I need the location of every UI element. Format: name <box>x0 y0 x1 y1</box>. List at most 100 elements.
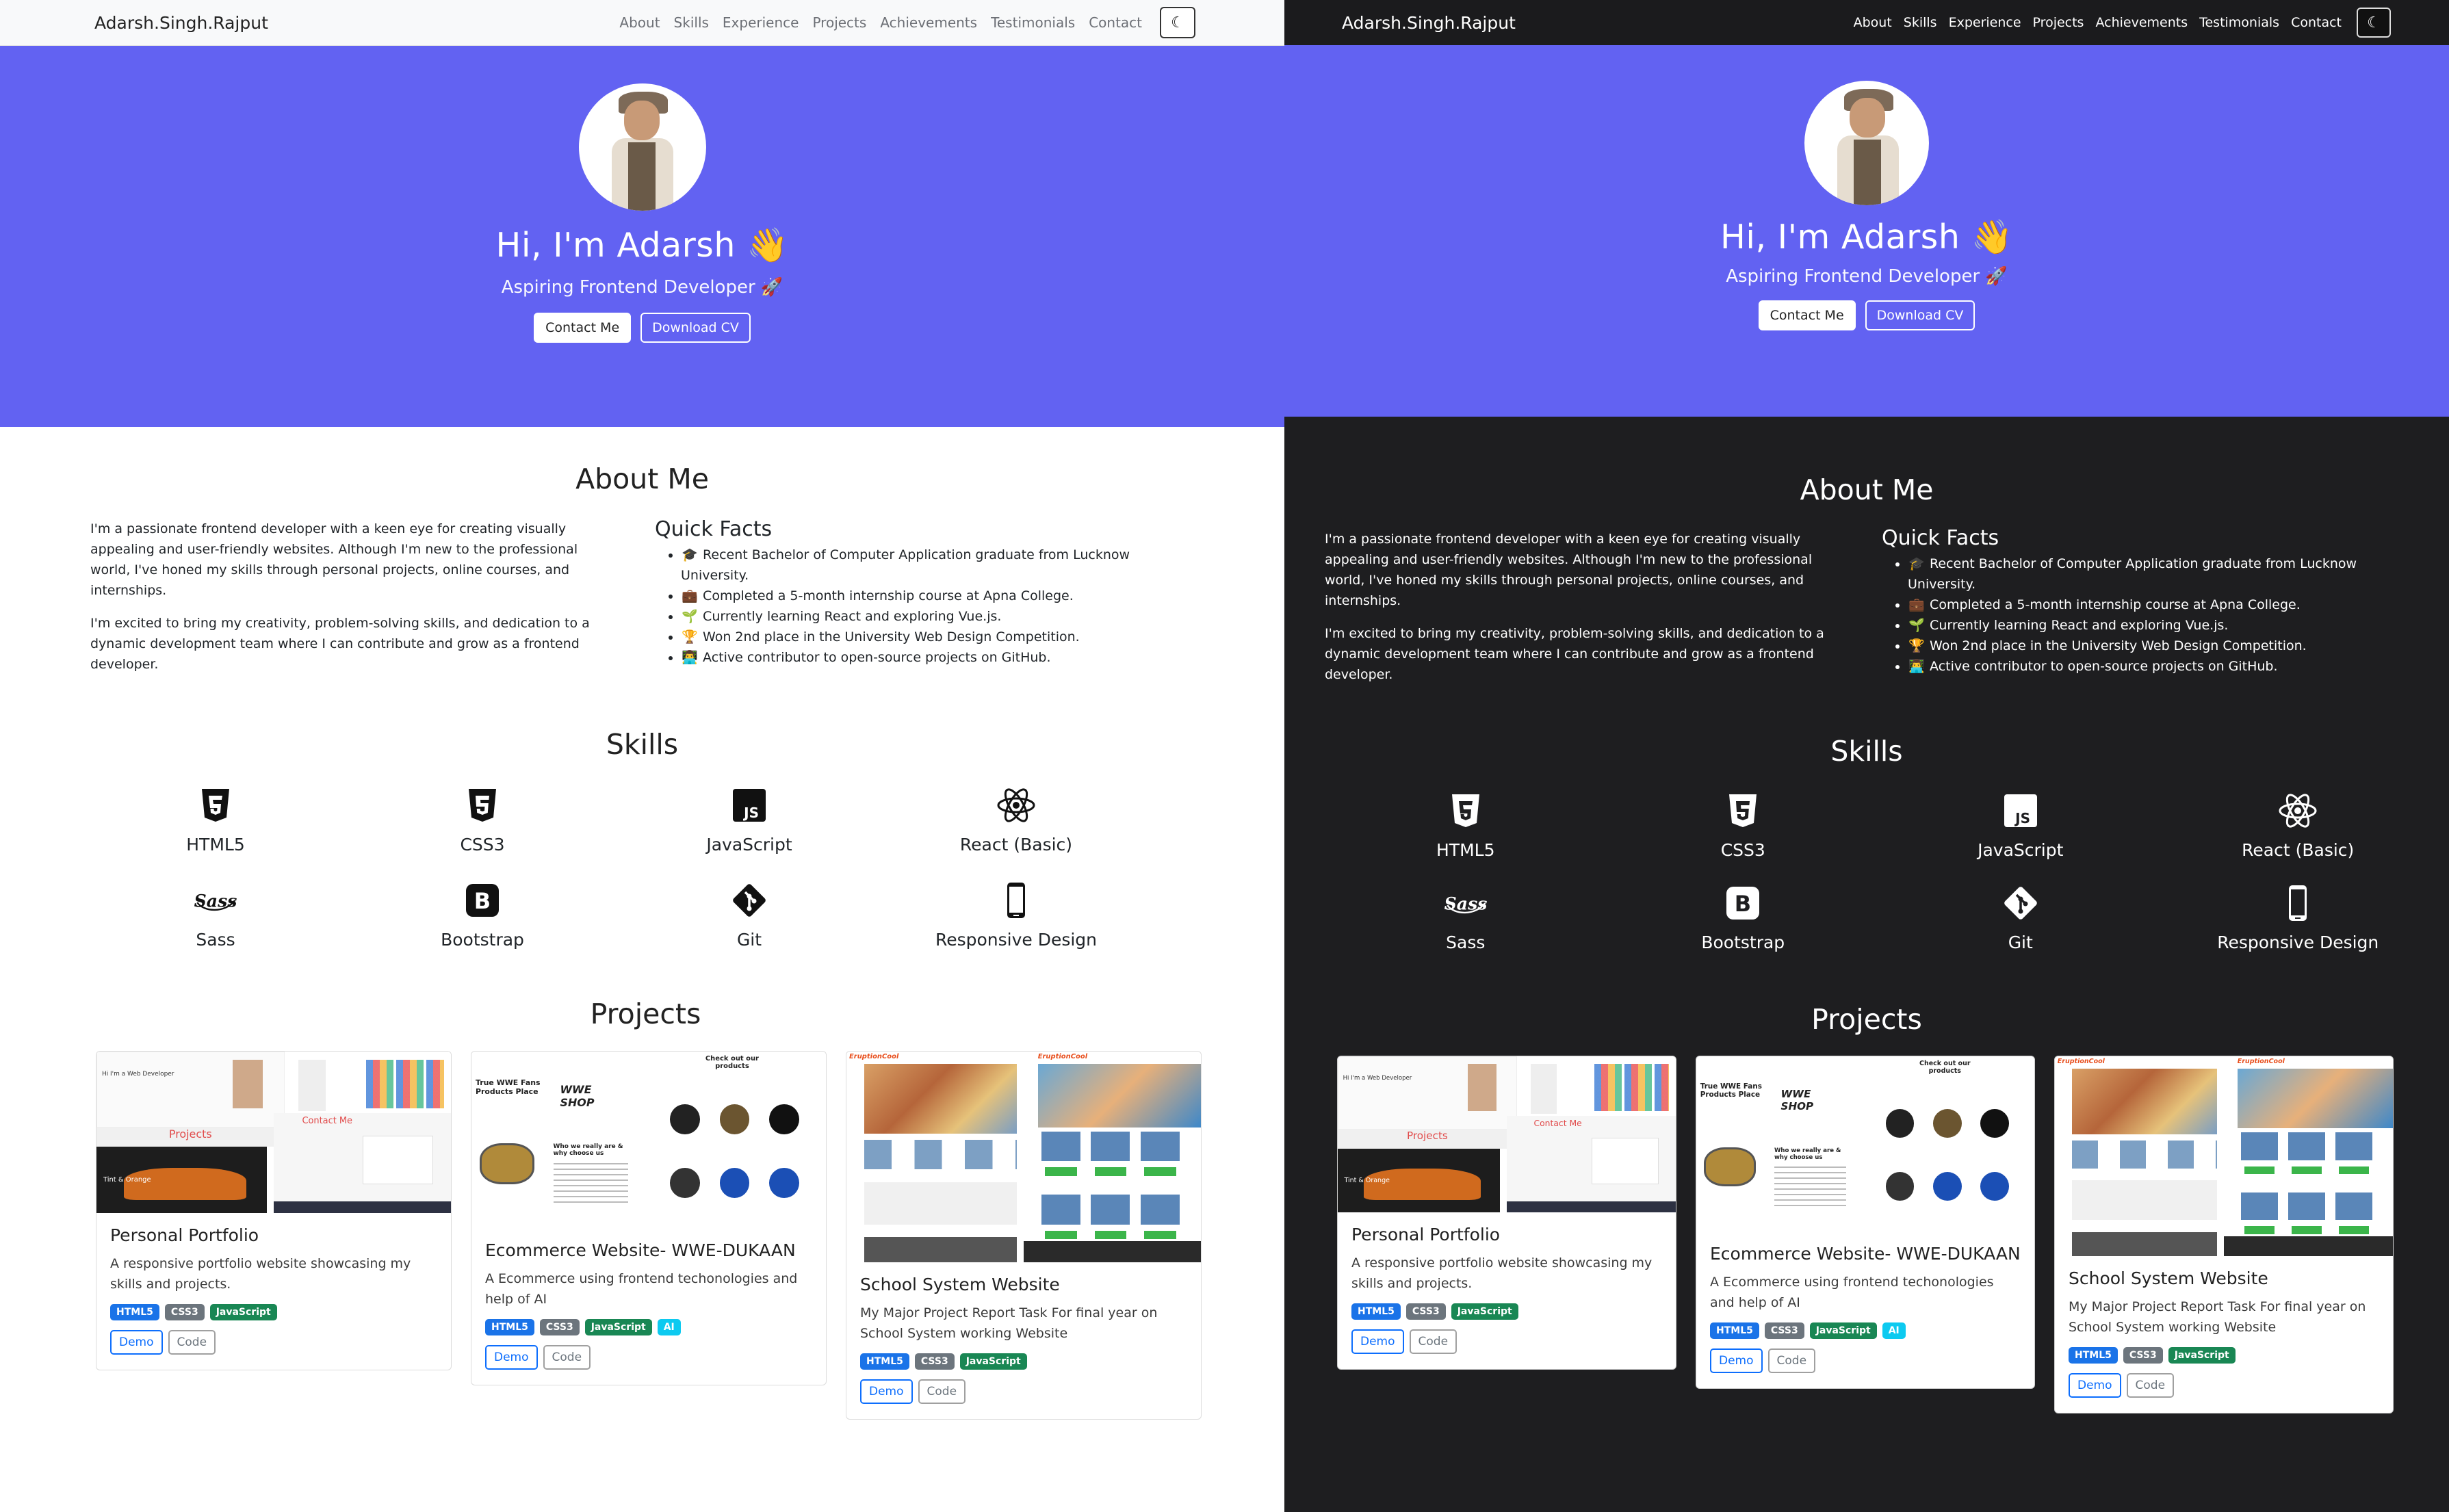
nav-skills[interactable]: Skills <box>1904 15 1937 30</box>
project-card: True WWE Fans Products Place WWE SHOP Who … <box>471 1051 827 1385</box>
tech-badge: HTML5 <box>2069 1347 2118 1364</box>
tech-badge: JavaScript <box>584 1319 652 1335</box>
tech-badge: HTML5 <box>110 1304 159 1320</box>
fact-item: 🏆 Won 2nd place in the University Web De… <box>681 627 1175 647</box>
javascript-icon: JS <box>727 783 772 828</box>
skill-item: JS JavaScript <box>1882 788 2160 860</box>
trophy-icon: 🏆 <box>1908 638 1925 653</box>
nav-experience[interactable]: Experience <box>723 14 799 31</box>
css3-icon <box>1720 788 1765 833</box>
skill-label: JavaScript <box>1978 840 2064 860</box>
demo-button[interactable]: Demo <box>1710 1348 1763 1373</box>
fact-item: 👨‍💻 Active contributor to open-source pr… <box>681 647 1175 668</box>
code-button[interactable]: Code <box>1409 1329 1457 1354</box>
navbar: Adarsh.Singh.Rajput About Skills Experie… <box>1284 0 2449 45</box>
project-description: A responsive portfolio website showcasin… <box>1351 1255 1653 1291</box>
skills-title: Skills <box>606 728 679 761</box>
contact-me-button[interactable]: Contact Me <box>1758 300 1856 330</box>
brand-logo[interactable]: Adarsh.Singh.Rajput <box>1342 13 1516 33</box>
code-button[interactable]: Code <box>168 1330 216 1355</box>
svg-text:Sass: Sass <box>194 890 237 911</box>
nav-testimonials[interactable]: Testimonials <box>991 14 1075 31</box>
fact-item: 💼 Completed a 5-month internship course … <box>1908 595 2402 615</box>
nav-testimonials[interactable]: Testimonials <box>2199 15 2279 30</box>
fact-item: 🎓 Recent Bachelor of Computer Applicatio… <box>681 545 1175 586</box>
tech-badge: HTML5 <box>485 1319 534 1335</box>
tech-badge: HTML5 <box>1710 1322 1759 1339</box>
demo-button[interactable]: Demo <box>485 1345 538 1370</box>
skill-label: CSS3 <box>1720 840 1765 860</box>
tech-badge: JavaScript <box>209 1304 277 1320</box>
skill-label: Responsive Design <box>935 930 1098 950</box>
demo-button[interactable]: Demo <box>2069 1373 2121 1398</box>
quick-facts: Quick Facts 🎓 Recent Bachelor of Compute… <box>655 516 1175 668</box>
nav-contact[interactable]: Contact <box>1089 14 1142 31</box>
quick-facts-title: Quick Facts <box>655 517 773 541</box>
tech-badge: JavaScript <box>959 1353 1027 1370</box>
bootstrap-icon: B <box>460 878 505 923</box>
nav-links: About Skills Experience Projects Achieve… <box>1854 15 2342 30</box>
theme-toggle-button[interactable]: ☾ <box>1160 7 1195 38</box>
nav-achievements[interactable]: Achievements <box>2095 15 2188 30</box>
fact-item: 👨‍💻 Active contributor to open-source pr… <box>1908 656 2402 677</box>
fact-item: 🌱 Currently learning React and exploring… <box>681 606 1175 627</box>
project-thumbnail: EruptionCool EruptionCool <box>2055 1056 2393 1256</box>
git-icon <box>727 878 772 923</box>
nav-about[interactable]: About <box>619 14 660 31</box>
skill-label: Bootstrap <box>1701 933 1785 952</box>
graduation-cap-icon: 🎓 <box>1908 556 1925 571</box>
svg-text:B: B <box>474 888 491 914</box>
demo-button[interactable]: Demo <box>1351 1329 1404 1354</box>
download-cv-button[interactable]: Download CV <box>640 313 751 343</box>
project-card: Hi I'm a Web Developer Projects Tint & Ora… <box>1337 1056 1676 1370</box>
skill-label: Bootstrap <box>441 930 524 950</box>
graduation-cap-icon: 🎓 <box>682 547 698 562</box>
nav-experience[interactable]: Experience <box>1949 15 2021 30</box>
hero-subtitle: Aspiring Frontend Developer 🚀 <box>501 277 783 298</box>
skill-item: Git <box>616 878 883 950</box>
nav-about[interactable]: About <box>1854 15 1892 30</box>
seedling-icon: 🌱 <box>682 609 698 624</box>
git-icon <box>1998 881 2043 926</box>
briefcase-icon: 💼 <box>682 588 698 603</box>
theme-toggle-button[interactable]: ☾ <box>2357 8 2391 38</box>
code-button[interactable]: Code <box>1767 1348 1816 1373</box>
tech-badges: HTML5 CSS3 JavaScript <box>1351 1303 1662 1320</box>
about-paragraph: I'm excited to bring my creativity, prob… <box>1325 626 1824 682</box>
fact-item: 🏆 Won 2nd place in the University Web De… <box>1908 636 2402 656</box>
brand-logo[interactable]: Adarsh.Singh.Rajput <box>94 13 268 33</box>
demo-button[interactable]: Demo <box>860 1379 913 1404</box>
html5-icon <box>193 783 238 828</box>
project-card: EruptionCool EruptionCool School System We… <box>2054 1056 2394 1413</box>
project-thumbnail: True WWE Fans Products Place WWE SHOP Who … <box>1696 1056 2034 1231</box>
skill-label: Git <box>736 930 762 950</box>
tech-badge: CSS3 <box>1405 1303 1446 1320</box>
code-button[interactable]: Code <box>918 1379 966 1404</box>
about-text: I'm a passionate frontend developer with… <box>1325 529 1845 697</box>
download-cv-button[interactable]: Download CV <box>1865 300 1975 330</box>
code-button[interactable]: Code <box>2126 1373 2175 1398</box>
tech-badge: JavaScript <box>1809 1322 1877 1339</box>
nav-contact[interactable]: Contact <box>2291 15 2342 30</box>
contact-me-button[interactable]: Contact Me <box>534 313 632 343</box>
skill-item: Git <box>1882 881 2160 952</box>
quick-facts-title: Quick Facts <box>1882 526 1999 550</box>
tech-badges: HTML5 CSS3 JavaScript <box>860 1353 1187 1370</box>
tech-badge: AI <box>657 1319 681 1335</box>
dark-theme-panel: Adarsh.Singh.Rajput About Skills Experie… <box>1284 0 2449 1512</box>
demo-button[interactable]: Demo <box>110 1330 163 1355</box>
about-title: About Me <box>1800 473 1934 506</box>
nav-projects[interactable]: Projects <box>2033 15 2084 30</box>
skill-label: JavaScript <box>706 835 792 855</box>
nav-links: About Skills Experience Projects Achieve… <box>619 14 1142 31</box>
nav-skills[interactable]: Skills <box>674 14 709 31</box>
nav-projects[interactable]: Projects <box>812 14 866 31</box>
code-button[interactable]: Code <box>543 1345 591 1370</box>
tech-badge: JavaScript <box>2168 1347 2236 1364</box>
hero-section: Hi, I'm Adarsh 👋 Aspiring Frontend Devel… <box>0 46 1284 427</box>
project-thumbnail: EruptionCool EruptionCool <box>846 1052 1201 1262</box>
fact-item: 🎓 Recent Bachelor of Computer Applicatio… <box>1908 553 2402 595</box>
projects-list: Hi I'm a Web Developer Projects Tint & Ora… <box>96 1051 1202 1420</box>
css3-icon <box>460 783 505 828</box>
nav-achievements[interactable]: Achievements <box>880 14 977 31</box>
